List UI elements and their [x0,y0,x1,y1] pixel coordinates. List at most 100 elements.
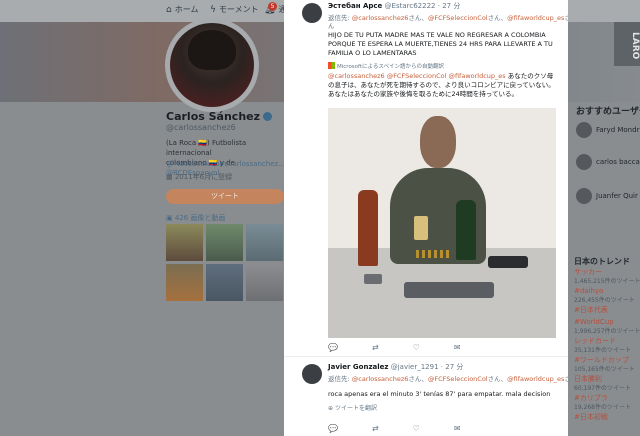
trend-item[interactable]: 日本勝利 60,197件のツイート [574,375,631,393]
trend-item[interactable]: #WorldCup 1,996,257件のツイート [574,318,640,336]
website-text: facebook.com/carlossanchez... [177,160,285,168]
suggested-user[interactable]: carlos bacca [576,154,640,170]
reply-icon[interactable]: 💬 [328,343,338,352]
media-thumbnail[interactable] [206,264,243,301]
profile-name: Carlos Sánchez [166,110,273,123]
trend-name: レッドカード [574,337,616,345]
tweet-text: roca apenas era el minuto 3' tenías 87' … [328,390,551,398]
bio-line-1: (La Roca 🇨🇴) Futbolista internacional [166,139,247,157]
globe-icon: ⊕ [328,405,335,412]
trend-name: #ワールドカップ [574,356,629,364]
tweet-text: HIJO DE TU PUTA MADRE MAS TE VALE NO REG… [328,31,553,57]
reply-mention[interactable]: @FCFSeleccionCol [428,375,488,383]
profile-handle: @carlossanchez6 [166,123,236,132]
trend-count: 1,996,257件のツイート [574,328,640,335]
reply-mention[interactable]: @fifaworldcup_es [507,14,564,22]
photo-glass [414,216,428,240]
nav-moments-label: モーメント [218,5,259,14]
tweet-timestamp[interactable]: 27 分 [445,363,463,371]
tweet-actions: 💬 ⇄ ♡ ✉ [328,343,461,352]
reply-mention[interactable]: @fifaworldcup_es [507,375,564,383]
like-icon[interactable]: ♡ [413,424,420,433]
translated-text: @carlossanchez6 @FCFSeleccionCol @fifawo… [328,72,556,99]
reply-mention[interactable]: @carlossanchez6 [352,375,409,383]
avatar [576,188,592,204]
trend-item[interactable]: #daihyo 226,455件のツイート [574,287,635,305]
reply-icon[interactable]: 💬 [328,424,338,433]
reply-honorific: さん、 [408,14,428,22]
mail-icon[interactable]: ✉ [454,424,461,433]
trend-item[interactable]: #カリブラ 19,268件のツイート [574,394,631,412]
photo-ammunition [416,250,452,258]
media-thumbnail[interactable] [246,224,283,261]
trend-item[interactable]: #ワールドカップ 105,165件のツイート [574,356,635,374]
tweet-author-handle[interactable]: @javier_1291 [391,363,439,371]
tweet-separator: · [440,363,444,371]
tweet-timestamp[interactable]: 27 分 [442,2,460,10]
notification-count-badge: 5 [268,2,277,11]
photo-pistol [404,282,494,298]
like-icon[interactable]: ♡ [413,343,420,352]
translate-tweet-label: ツイートを翻訳 [334,405,377,412]
retweet-icon[interactable]: ⇄ [372,343,379,352]
translate-tweet-link[interactable]: ⊕ ツイートを翻訳 [328,403,377,412]
suggested-user-name: carlos bacca [596,158,640,166]
nav-moments[interactable]: ϟ モーメント [210,4,259,15]
trend-name: 日本勝利 [574,375,602,383]
avatar[interactable] [302,364,322,384]
reply-honorific: さん、 [487,375,508,383]
media-thumbnail[interactable] [206,224,243,261]
media-thumbnails [166,224,284,301]
reply-mention[interactable]: @carlossanchez6 [352,14,409,22]
mail-icon[interactable]: ✉ [454,343,461,352]
trend-count: 19,268件のツイート [574,404,631,411]
media-thumbnail[interactable] [246,264,283,301]
nav-home[interactable]: ⌂ ホーム [166,4,198,15]
photo-green-bottle [456,200,476,260]
reply-to-line: 返信先: @carlossanchez6さん、@FCFSeleccionColさ… [328,373,568,383]
microsoft-logo-icon [328,62,335,69]
avatar [576,122,592,138]
trend-item[interactable]: レッドカード 35,131件のツイート [574,337,631,355]
reply-mention[interactable]: @FCFSeleccionCol [428,14,488,22]
trend-name: #日本代表 [574,306,608,314]
suggested-user[interactable]: Faryd Mondr [576,122,639,138]
trend-item[interactable]: サッカー 1,465,215件のツイート [574,268,640,286]
corner-banner: LARO [614,22,640,66]
trend-name: #カリブラ [574,394,608,402]
avatar-hair [188,30,236,70]
retweet-icon[interactable]: ⇄ [372,424,379,433]
tweet-photo[interactable] [328,108,556,338]
translated-mentions[interactable]: @carlossanchez6 @FCFSeleccionCol @fifawo… [328,72,506,80]
suggested-users-title: おすすめユーザー [576,107,640,117]
reply-to-line: 返信先: @carlossanchez6さん、@FCFSeleccionColさ… [328,12,568,22]
trend-item[interactable]: #日本初戦 [574,413,608,422]
media-gallery-link[interactable]: ▣ 426 画像と動画 [166,213,225,223]
image-icon: ▣ [166,214,175,222]
reply-prefix: 返信先: [328,375,352,383]
profile-name-text: Carlos Sánchez [166,110,261,123]
profile-joined-date: ▦ 2011年6月に登録 [166,172,232,182]
profile-website-link[interactable]: 🔗︎ facebook.com/carlossanchez... [166,160,285,168]
tweet-header: Javier Gonzalez @javier_1291 · 27 分 [328,362,463,372]
photo-magazine [488,256,528,268]
media-thumbnail[interactable] [166,264,203,301]
link-icon: 🔗︎ [166,160,178,168]
tweet-thread-modal: Эстебан Арсе @Estarc62222 · 27 分 返信先: @c… [284,0,568,436]
avatar[interactable] [302,3,322,23]
trend-name: #WorldCup [574,318,614,326]
tweet-author-name[interactable]: Javier Gonzalez [328,363,388,371]
tweet-author-handle[interactable]: @Estarc62222 [385,2,436,10]
reply-to-line-continued: ん [328,22,335,30]
suggested-user[interactable]: Juanfer Quir [576,188,638,204]
trends-title: 日本のトレンド [574,257,630,266]
divider [284,356,568,357]
media-thumbnail[interactable] [166,224,203,261]
tweet-to-button[interactable]: ツイート [166,189,284,204]
trend-count: 1,465,215件のツイート [574,278,640,285]
tweet-author-name[interactable]: Эстебан Арсе [328,2,382,10]
joined-text: 2011年6月に登録 [174,173,233,181]
trend-item[interactable]: #日本代表 [574,306,608,315]
nav-home-label: ホーム [174,5,199,14]
trend-name: サッカー [574,268,602,276]
